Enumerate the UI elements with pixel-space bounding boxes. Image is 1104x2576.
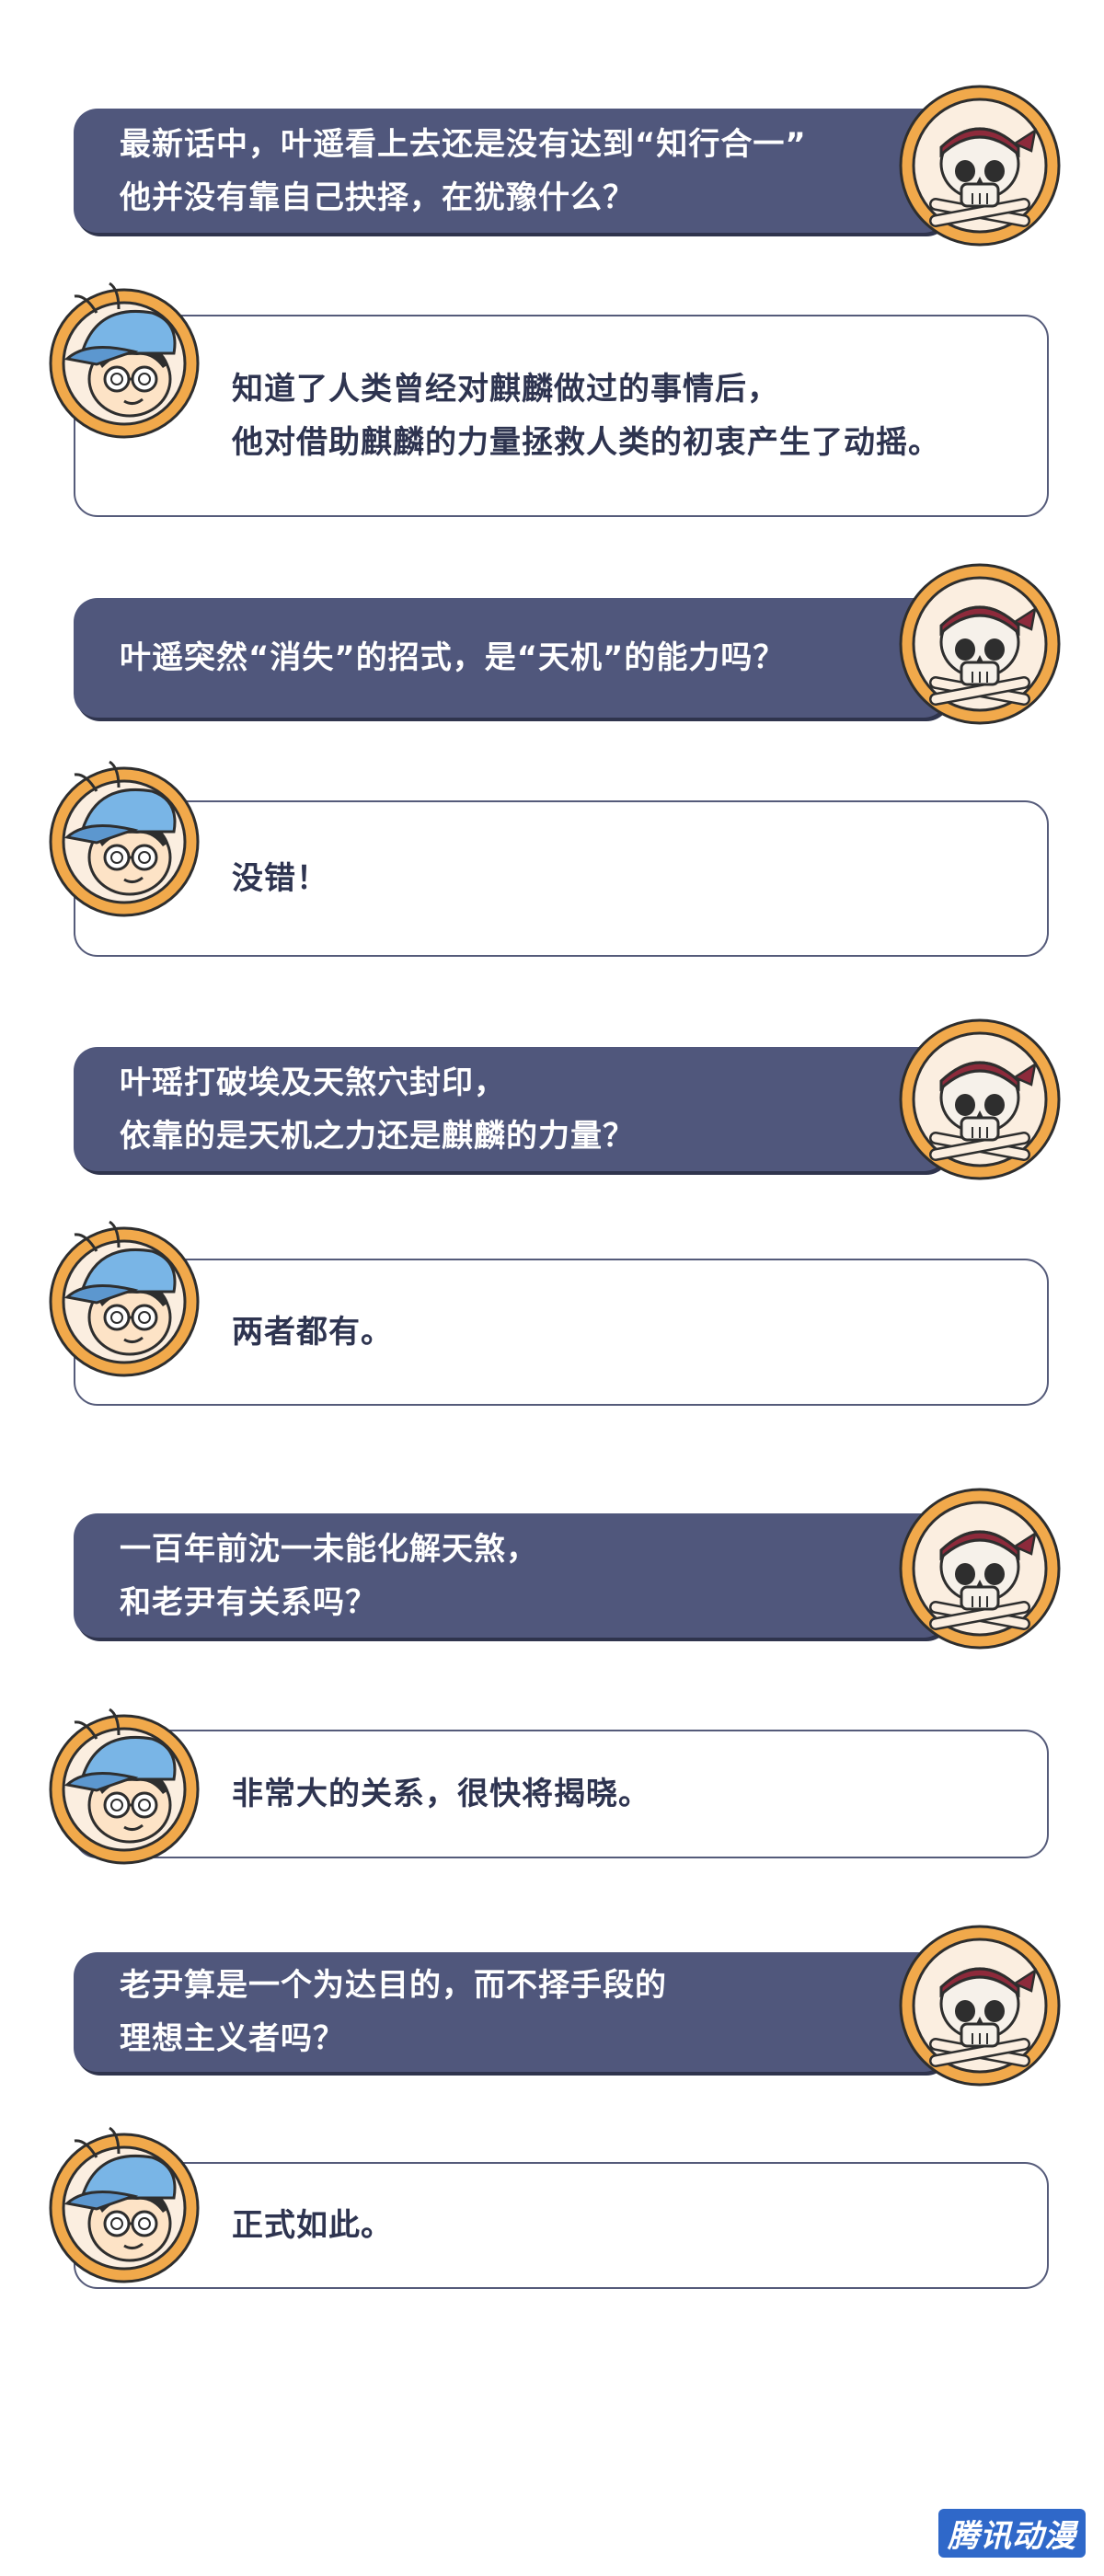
- question-bubble: 叶瑶打破埃及天煞穴封印， 依靠的是天机之力还是麒麟的力量？: [74, 1047, 948, 1171]
- answer-text: 正式如此。: [232, 2207, 393, 2244]
- answer-text: 两者都有。: [232, 1314, 393, 1351]
- pirate-skull-icon: [897, 83, 1063, 248]
- answer-text: 没错！: [232, 860, 328, 897]
- answer-bubble: 非常大的关系，很快将揭晓。: [74, 1730, 1049, 1858]
- question-bubble: 老尹算是一个为达目的，而不择手段的 理想主义者吗？: [74, 1952, 948, 2072]
- question-text: 最新话中，叶遥看上去还是没有达到“知行合一”: [120, 125, 807, 163]
- answer-bubble: 正式如此。: [74, 2162, 1049, 2289]
- question-text: 和老尹有关系吗？: [120, 1583, 377, 1621]
- pirate-skull-icon: [897, 561, 1063, 727]
- question-text: 依靠的是天机之力还是麒麟的力量？: [120, 1117, 635, 1155]
- question-text: 他并没有靠自己抉择，在犹豫什么？: [120, 178, 635, 216]
- answer-bubble: 没错！: [74, 800, 1049, 957]
- question-bubble: 一百年前沈一未能化解天煞， 和老尹有关系吗？: [74, 1513, 948, 1638]
- boy-with-cap-and-glasses-icon: [41, 1702, 207, 1868]
- question-text: 叶遥突然“消失”的招式，是“天机”的能力吗？: [120, 639, 786, 676]
- question-bubble: 最新话中，叶遥看上去还是没有达到“知行合一” 他并没有靠自己抉择，在犹豫什么？: [74, 109, 948, 233]
- boy-with-cap-and-glasses-icon: [41, 754, 207, 920]
- question-text: 老尹算是一个为达目的，而不择手段的: [120, 1967, 667, 2004]
- question-text: 叶瑶打破埃及天煞穴封印，: [120, 1064, 506, 1101]
- pirate-skull-icon: [897, 1486, 1063, 1651]
- boy-with-cap-and-glasses-icon: [41, 1214, 207, 1380]
- watermark-logo: 腾讯动漫: [938, 2509, 1086, 2558]
- pirate-skull-icon: [897, 1017, 1063, 1182]
- question-text: 一百年前沈一未能化解天煞，: [120, 1530, 538, 1568]
- boy-with-cap-and-glasses-icon: [41, 276, 207, 442]
- answer-bubble: 知道了人类曾经对麒麟做过的事情后， 他对借助麒麟的力量拯救人类的初衷产生了动摇。: [74, 315, 1049, 517]
- answer-bubble: 两者都有。: [74, 1259, 1049, 1406]
- answer-text: 知道了人类曾经对麒麟做过的事情后，: [232, 371, 779, 408]
- question-text: 理想主义者吗？: [120, 2020, 345, 2057]
- answer-text: 他对借助麒麟的力量拯救人类的初衷产生了动摇。: [232, 424, 940, 461]
- pirate-skull-icon: [897, 1923, 1063, 2088]
- answer-text: 非常大的关系，很快将揭晓。: [232, 1776, 650, 1812]
- boy-with-cap-and-glasses-icon: [41, 2121, 207, 2286]
- question-bubble: 叶遥突然“消失”的招式，是“天机”的能力吗？: [74, 598, 948, 718]
